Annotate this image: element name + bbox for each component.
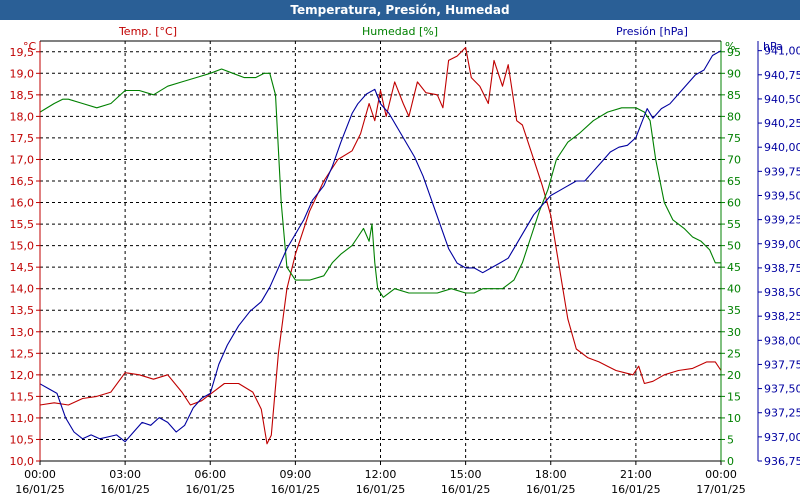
humidity-tick-label: 35 <box>727 304 741 317</box>
pressure-tick-label: 940,50 <box>764 93 800 106</box>
x-tick-label: 00:00 <box>705 468 737 481</box>
humidity-tick-label: 60 <box>727 197 741 210</box>
humidity-tick-label: 45 <box>727 261 741 274</box>
temp-axis-label: Temp. [°C] <box>118 25 177 38</box>
pressure-tick-label: 940,75 <box>764 69 800 82</box>
x-tick-label: 15:00 <box>450 468 482 481</box>
axes: Temp. [°C] Humedad [%] Presión [hPa] °C … <box>10 25 800 496</box>
plot-frame <box>39 40 759 462</box>
pressure-tick-label: 940,00 <box>764 141 800 154</box>
pressure-tick-label: 938,75 <box>764 262 800 275</box>
temp-tick-label: 17,0 <box>10 153 35 166</box>
temp-tick-label: 10,5 <box>10 433 35 446</box>
temp-tick-label: 19,5 <box>10 46 35 59</box>
pressure-tick-label: 938,00 <box>764 334 800 347</box>
x-tick-label: 00:00 <box>24 468 56 481</box>
humidity-tick-label: 55 <box>727 218 741 231</box>
temp-tick-label: 15,5 <box>10 218 35 231</box>
temp-tick-label: 13,5 <box>10 304 35 317</box>
temp-tick-label: 12,5 <box>10 347 35 360</box>
humidity-tick-label: 0 <box>727 455 734 468</box>
x-tick-date-label: 16/01/25 <box>186 483 235 496</box>
temp-tick-label: 19,0 <box>10 67 35 80</box>
x-tick-label: 21:00 <box>620 468 652 481</box>
temp-tick-label: 16,0 <box>10 197 35 210</box>
temp-tick-label: 12,0 <box>10 369 35 382</box>
x-tick-label: 12:00 <box>365 468 397 481</box>
pressure-tick-label: 937,00 <box>764 431 800 444</box>
x-tick-date-label: 16/01/25 <box>271 483 320 496</box>
humidity-tick-label: 20 <box>727 369 741 382</box>
x-tick-date-label: 16/01/25 <box>611 483 660 496</box>
humidity-tick-label: 15 <box>727 390 741 403</box>
pressure-tick-label: 939,75 <box>764 165 800 178</box>
temp-tick-label: 15,0 <box>10 240 35 253</box>
pressure-tick-label: 941,00 <box>764 45 800 58</box>
pressure-tick-label: 937,75 <box>764 358 800 371</box>
pressure-tick-label: 937,25 <box>764 407 800 420</box>
temp-tick-label: 13,0 <box>10 326 35 339</box>
temp-tick-label: 18,0 <box>10 110 35 123</box>
humidity-tick-label: 65 <box>727 175 741 188</box>
humidity-tick-label: 50 <box>727 240 741 253</box>
pressure-tick-label: 938,25 <box>764 310 800 323</box>
humidity-tick-label: 85 <box>727 89 741 102</box>
temp-tick-label: 14,0 <box>10 283 35 296</box>
humidity-tick-label: 90 <box>727 67 741 80</box>
x-tick-date-label: 16/01/25 <box>441 483 490 496</box>
pressure-tick-label: 939,50 <box>764 189 800 202</box>
temp-tick-label: 16,5 <box>10 175 35 188</box>
humidity-tick-label: 75 <box>727 132 741 145</box>
x-tick-label: 06:00 <box>194 468 226 481</box>
humidity-tick-label: 25 <box>727 347 741 360</box>
temp-tick-label: 18,5 <box>10 89 35 102</box>
humidity-tick-label: 5 <box>727 433 734 446</box>
x-tick-date-label: 16/01/25 <box>526 483 575 496</box>
humidity-tick-label: 95 <box>727 46 741 59</box>
humidity-tick-label: 30 <box>727 326 741 339</box>
humidity-axis-label: Humedad [%] <box>362 25 438 38</box>
pressure-tick-label: 940,25 <box>764 117 800 130</box>
temp-tick-label: 10,0 <box>10 455 35 468</box>
temp-tick-label: 14,5 <box>10 261 35 274</box>
x-tick-label: 09:00 <box>280 468 312 481</box>
pressure-tick-label: 939,25 <box>764 214 800 227</box>
x-tick-date-label: 16/01/25 <box>15 483 64 496</box>
pressure-tick-label: 937,50 <box>764 383 800 396</box>
humidity-tick-label: 70 <box>727 153 741 166</box>
pressure-tick-label: 936,75 <box>764 455 800 468</box>
temp-tick-label: 17,5 <box>10 132 35 145</box>
chart-canvas: Temp. [°C] Humedad [%] Presión [hPa] °C … <box>10 25 800 496</box>
pressure-axis-label: Presión [hPa] <box>616 25 688 38</box>
x-tick-label: 03:00 <box>109 468 141 481</box>
x-tick-label: 18:00 <box>535 468 567 481</box>
temp-tick-label: 11,0 <box>10 412 35 425</box>
x-tick-date-label: 16/01/25 <box>100 483 149 496</box>
x-tick-date-label: 17/01/25 <box>696 483 745 496</box>
humidity-tick-label: 80 <box>727 110 741 123</box>
temp-tick-label: 11,5 <box>10 390 35 403</box>
pressure-tick-label: 939,00 <box>764 238 800 251</box>
humidity-tick-label: 10 <box>727 412 741 425</box>
humidity-tick-label: 40 <box>727 283 741 296</box>
pressure-tick-label: 938,50 <box>764 286 800 299</box>
x-tick-date-label: 16/01/25 <box>356 483 405 496</box>
